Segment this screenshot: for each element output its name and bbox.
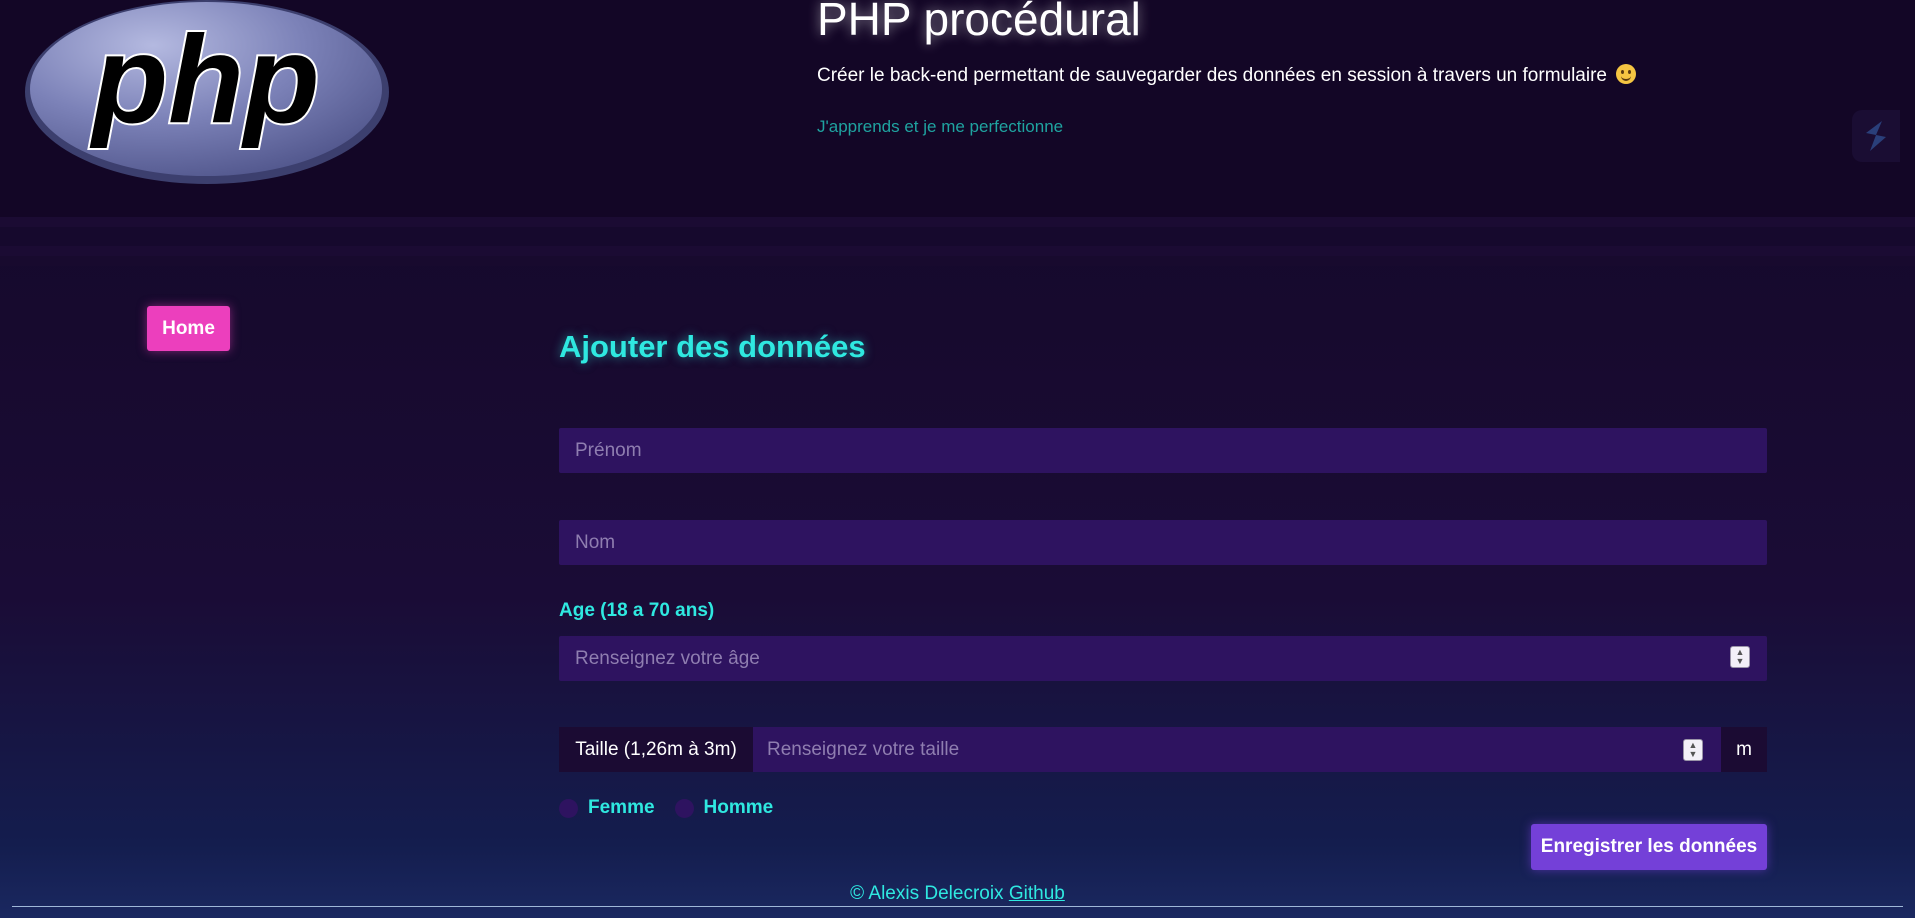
age-input[interactable]: [559, 636, 1767, 681]
age-stepper[interactable]: ▲ ▼: [1730, 646, 1750, 668]
footer-divider: [12, 906, 1903, 907]
last-name-input[interactable]: [559, 520, 1767, 565]
php-logo: php: [25, 0, 389, 184]
height-input[interactable]: [753, 727, 1721, 772]
page-subtitle: Créer le back-end permettant de sauvegar…: [817, 64, 1637, 87]
home-button[interactable]: Home: [147, 306, 230, 351]
page-title: PHP procédural: [817, 0, 1141, 45]
header-divider: [0, 217, 1915, 227]
widget-toggle-button[interactable]: [1852, 110, 1900, 162]
tagline: J'apprends et je me perfectionne: [817, 117, 1064, 136]
radio-label-femme: Femme: [588, 797, 655, 818]
radio-femme[interactable]: [559, 798, 578, 818]
height-label: Taille (1,26m à 3m): [559, 727, 753, 772]
radio-homme[interactable]: [674, 798, 694, 818]
gender-radio-group: Femme Homme: [559, 796, 793, 820]
height-input-group: Taille (1,26m à 3m) m: [559, 727, 1767, 772]
radio-label-homme: Homme: [703, 797, 774, 818]
chevron-down-icon: ▼: [1688, 749, 1698, 759]
header-divider: [0, 246, 1915, 256]
stripe-icon: [1866, 121, 1886, 151]
footer: © Alexis Delecroix Github: [0, 883, 1915, 905]
chevron-down-icon: ▼: [1735, 656, 1745, 666]
height-unit: m: [1721, 727, 1767, 772]
copyright-text: © Alexis Delecroix: [850, 883, 1004, 904]
smiling-face-icon: [1616, 64, 1637, 84]
age-label: Age (18 a 70 ans): [559, 600, 715, 621]
first-name-input[interactable]: [559, 428, 1767, 473]
submit-button[interactable]: Enregistrer les données: [1531, 824, 1767, 870]
svg-text:php: php: [89, 11, 319, 149]
github-link[interactable]: Github: [1009, 883, 1065, 904]
height-stepper[interactable]: ▲ ▼: [1683, 739, 1703, 761]
subtitle-text: Créer le back-end permettant de sauvegar…: [817, 65, 1607, 86]
form-title: Ajouter des données: [559, 329, 866, 364]
header-divider: [0, 256, 1915, 266]
